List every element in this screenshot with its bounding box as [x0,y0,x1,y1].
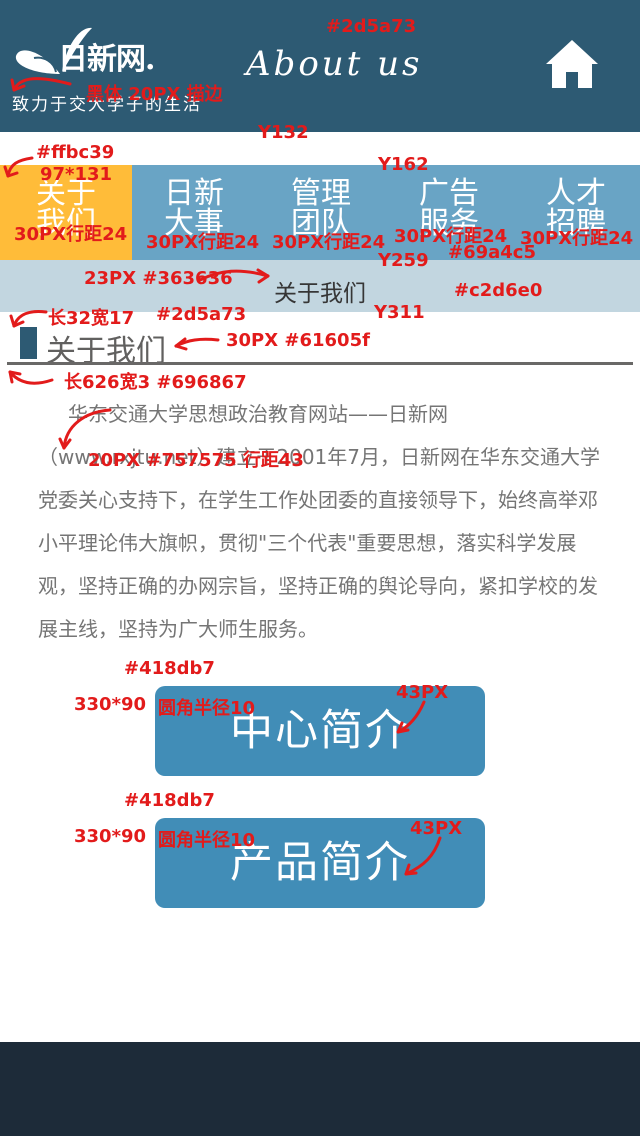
annotation-arrows-overlay [3,77,442,876]
